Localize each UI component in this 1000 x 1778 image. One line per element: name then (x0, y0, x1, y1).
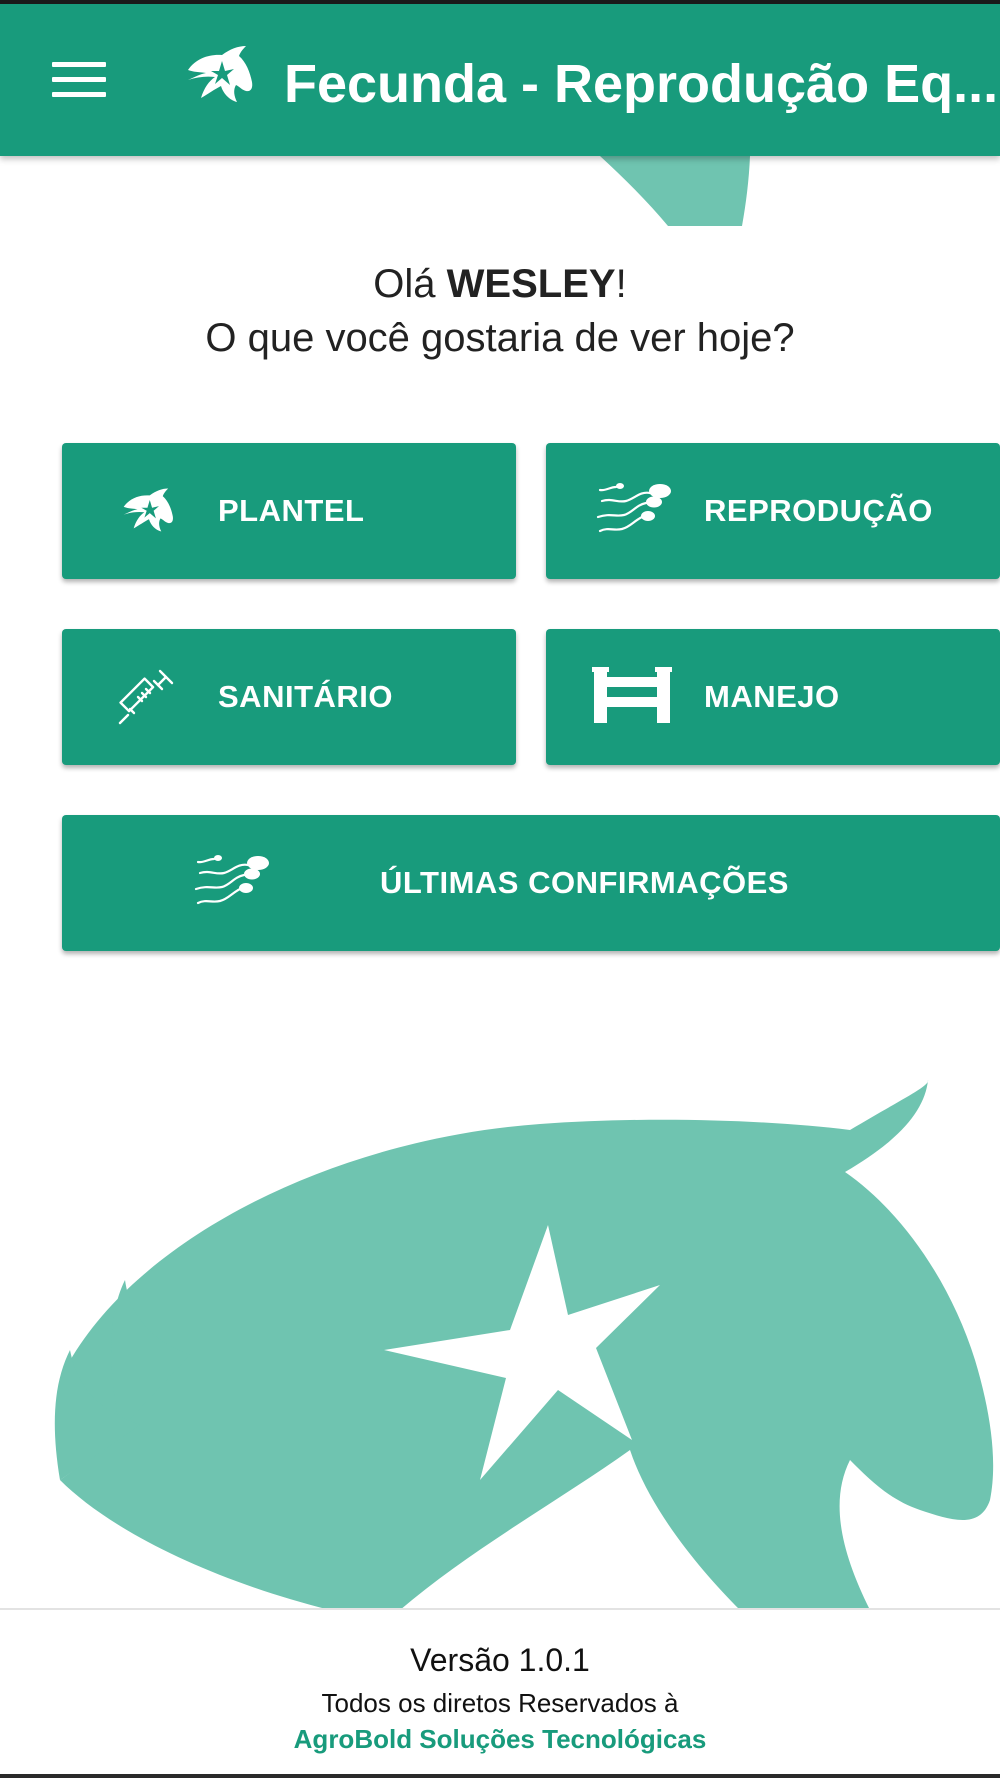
horse-head-logo-icon (188, 46, 253, 102)
sperm-icon (194, 855, 269, 905)
manejo-button[interactable]: MANEJO (546, 629, 1000, 765)
greeting-text: Olá WESLEY! (0, 258, 1000, 310)
horse-head-icon (123, 488, 173, 532)
company-link[interactable]: AgroBold Soluções Tecnológicas (0, 1722, 1000, 1756)
reproducao-label: REPRODUÇÃO (704, 493, 933, 528)
sanitario-label: SANITÁRIO (218, 679, 393, 714)
hamburger-menu-icon[interactable] (48, 58, 110, 102)
footer: Versão 1.0.1 Todos os diretos Reservados… (0, 1608, 1000, 1774)
syringe-icon (118, 669, 174, 725)
greeting-exclamation: ! (615, 262, 627, 306)
reproducao-button[interactable]: REPRODUÇÃO (546, 443, 1000, 579)
decorative-shape (600, 156, 750, 226)
greeting-question: O que você gostaria de ver hoje? (205, 316, 795, 360)
app-screen: Fecunda - Reprodução Eq... Olá WESLEY! O… (0, 0, 1000, 1778)
fence-icon (592, 667, 672, 723)
manejo-label: MANEJO (704, 679, 840, 714)
app-title: Fecunda - Reprodução Eq... (284, 54, 999, 114)
horse-watermark-logo (54, 1080, 994, 1610)
plantel-button[interactable]: PLANTEL (62, 443, 516, 579)
plantel-label: PLANTEL (218, 493, 365, 528)
rights-text: Todos os diretos Reservados à (321, 1688, 679, 1718)
app-bar: Fecunda - Reprodução Eq... (0, 4, 1000, 156)
user-name: WESLEY (446, 262, 616, 306)
ultimas-confirmacoes-button[interactable]: ÚLTIMAS CONFIRMAÇÕES (62, 815, 1000, 951)
version-text: Versão 1.0.1 (410, 1642, 590, 1678)
sanitario-button[interactable]: SANITÁRIO (62, 629, 516, 765)
ultimas-confirmacoes-label: ÚLTIMAS CONFIRMAÇÕES (380, 865, 789, 900)
greeting-hello: Olá (373, 262, 447, 306)
sperm-icon (596, 483, 671, 533)
